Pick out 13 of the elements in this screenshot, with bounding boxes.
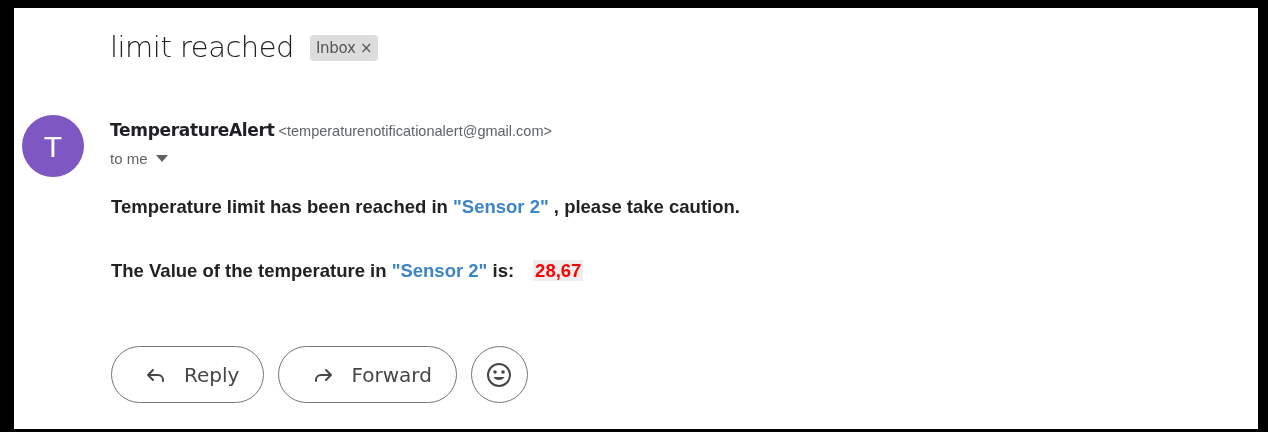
emoji-button[interactable]	[470, 346, 528, 403]
forward-button[interactable]: Forward	[278, 346, 457, 403]
inbox-label[interactable]: Inbox ×	[310, 34, 379, 61]
avatar: T	[22, 115, 84, 177]
reply-button[interactable]: Reply	[111, 346, 265, 403]
message-paragraph: The Value of the temperature in "Sensor 2" is: 28,67	[111, 259, 584, 283]
sender-name: TemperatureAlert	[110, 120, 275, 140]
email-subject: limit reached	[110, 29, 294, 66]
message-paragraph: Temperature limit has been reached in "Sensor 2" , please take caution.	[111, 195, 740, 219]
caret-icon[interactable]	[155, 155, 168, 163]
recipient-text: to me	[110, 148, 148, 169]
smiley-icon	[486, 361, 513, 388]
sender-email: <temperaturenotificationalert@gmail.com>	[278, 123, 552, 139]
